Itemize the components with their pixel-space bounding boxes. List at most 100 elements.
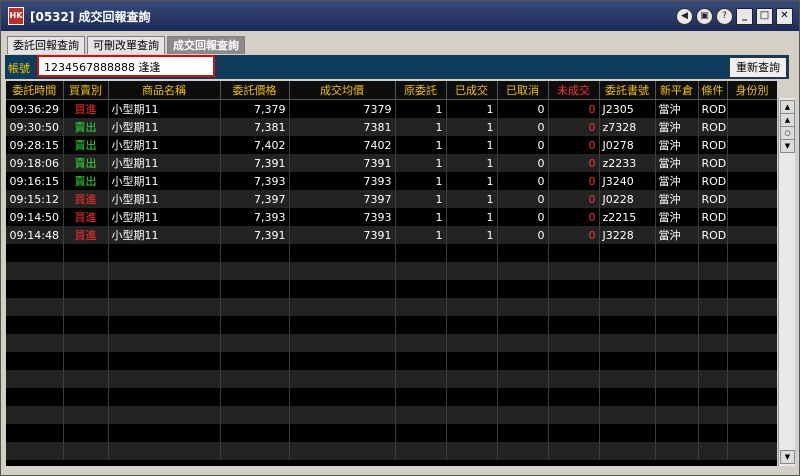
cell-avg-price: 7381 [289,118,396,136]
cell-filled [446,334,498,352]
cell-avg-price: 7391 [289,154,396,172]
cell-unfilled: 0 [548,172,600,190]
minimize-button[interactable]: _ [736,8,753,25]
col-unfilled[interactable]: 未成交 [548,81,600,100]
cell-orig [395,388,447,406]
scroll-thumb[interactable]: ○ [780,126,795,140]
close-button[interactable]: ✕ [776,8,793,25]
cell-avg-price [289,388,396,406]
cell-side [63,388,109,406]
empty-row [6,334,777,352]
cell-order-price [220,352,290,370]
cell-product: 小型期11 [108,208,221,226]
table-row[interactable]: 09:16:15 賣出 小型期11 7,393 7393 1 1 0 0 J3240 當沖 ROD [6,172,777,190]
cell-identity [727,352,777,370]
scroll-top-icon[interactable]: ▲ [780,100,795,114]
cell-orig [395,280,447,298]
cell-side: 買進 [63,99,109,118]
cell-position: 當沖 [655,190,699,208]
maximize-button[interactable]: □ [756,8,773,25]
account-input[interactable]: 1234567888888 逢逢 [37,55,215,77]
cell-identity [727,136,777,154]
col-order-no[interactable]: 委託書號 [599,81,656,100]
col-side[interactable]: 買賣別 [63,81,109,100]
col-condition[interactable]: 條件 [698,81,728,100]
cell-cancelled: 0 [497,118,549,136]
cell-unfilled [548,244,600,262]
table-row[interactable]: 09:30:50 賣出 小型期11 7,381 7381 1 1 0 0 z7328 當沖 ROD [6,118,777,136]
cell-identity [727,388,777,406]
table-row[interactable]: 09:14:48 買進 小型期11 7,391 7391 1 1 0 0 J3228 當沖 ROD [6,226,777,244]
cell-position: 當沖 [655,136,699,154]
tab-order-report[interactable]: 委託回報查詢 [7,36,85,54]
print-icon[interactable]: ▣ [696,8,713,25]
col-filled[interactable]: 已成交 [446,81,498,100]
cell-side [63,424,109,442]
refresh-button[interactable]: 重新查詢 [729,57,787,78]
table-row[interactable]: 09:36:29 買進 小型期11 7,379 7379 1 1 0 0 J2305 當沖 ROD [6,99,777,118]
cell-unfilled [548,352,600,370]
app-logo-icon: HK [8,7,24,25]
cell-product [108,370,221,388]
scroll-down-icon[interactable]: ▼ [780,139,795,153]
cell-identity [727,154,777,172]
vertical-scrollbar[interactable]: ▲ ▲ ○ ▼ ▼ [778,98,795,466]
cell-filled [446,370,498,388]
cell-orig: 1 [395,190,447,208]
cell-time [6,424,64,442]
col-avg-price[interactable]: 成交均價 [289,81,396,100]
col-order-price[interactable]: 委託價格 [220,81,290,100]
cell-cancelled [497,262,549,280]
col-product[interactable]: 商品名稱 [108,81,221,100]
back-icon[interactable]: ◀ [676,8,693,25]
help-icon[interactable]: ? [716,8,733,25]
cell-orig [395,334,447,352]
cell-unfilled: 0 [548,99,600,118]
cell-side [63,244,109,262]
table-row[interactable]: 09:18:06 賣出 小型期11 7,391 7391 1 1 0 0 z2233 當沖 ROD [6,154,777,172]
col-cancelled[interactable]: 已取消 [497,81,549,100]
scroll-bottom-icon[interactable]: ▼ [780,450,795,464]
cell-avg-price [289,298,396,316]
cell-orig: 1 [395,136,447,154]
cell-time [6,280,64,298]
title-bar[interactable]: HK [0532] 成交回報查詢 ◀ ▣ ? _ □ ✕ [1,1,799,31]
empty-row [6,370,777,388]
cell-cond: ROD [698,172,728,190]
table-row[interactable]: 09:28:15 賣出 小型期11 7,402 7402 1 1 0 0 J0278 當沖 ROD [6,136,777,154]
cell-avg-price [289,352,396,370]
col-position[interactable]: 新平倉 [655,81,699,100]
cell-order-no [599,298,656,316]
cell-identity [727,244,777,262]
cell-order-no: J0228 [599,190,656,208]
cell-cond: ROD [698,99,728,118]
col-identity[interactable]: 身份別 [727,81,777,100]
cell-cancelled [497,442,549,460]
cell-order-price: 7,391 [220,154,290,172]
cell-orig [395,298,447,316]
table-row[interactable]: 09:14:50 買進 小型期11 7,393 7393 1 1 0 0 z2215 當沖 ROD [6,208,777,226]
cell-product [108,298,221,316]
cell-filled [446,406,498,424]
col-order-time[interactable]: 委託時間 [6,81,64,100]
cell-order-price: 7,393 [220,208,290,226]
col-original-qty[interactable]: 原委託 [395,81,447,100]
cell-cond [698,298,728,316]
cell-avg-price [289,316,396,334]
empty-row [6,262,777,280]
cell-orig [395,352,447,370]
tab-cancellable-orders[interactable]: 可刪改單查詢 [87,36,165,54]
cell-position [655,262,699,280]
table-row[interactable]: 09:15:12 買進 小型期11 7,397 7397 1 1 0 0 J0228 當沖 ROD [6,190,777,208]
tab-trade-report[interactable]: 成交回報查詢 [167,36,245,54]
cell-cond [698,370,728,388]
cell-order-price [220,406,290,424]
cell-identity [727,262,777,280]
scroll-up-icon[interactable]: ▲ [780,113,795,127]
cell-order-price [220,262,290,280]
cell-time [6,406,64,424]
cell-filled: 1 [446,136,498,154]
cell-order-price [220,280,290,298]
window-title: [0532] 成交回報查詢 [30,9,151,24]
cell-time: 09:36:29 [6,99,64,118]
